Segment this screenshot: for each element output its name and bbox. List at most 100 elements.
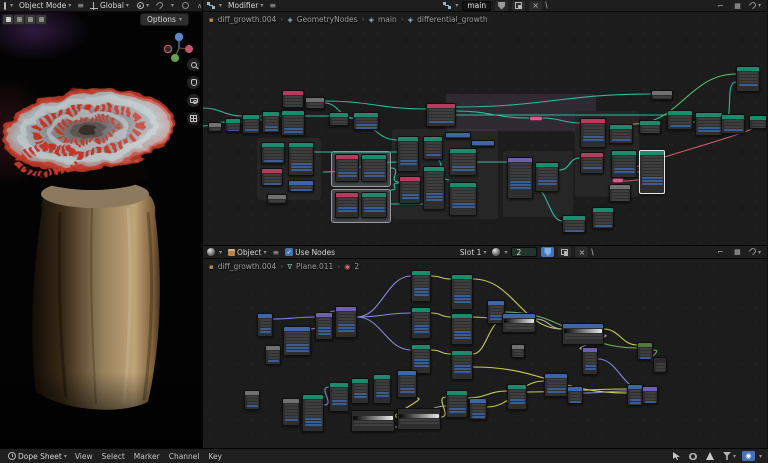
graph-node[interactable]	[667, 110, 693, 130]
pivot-dropdown[interactable]: ▾	[135, 2, 151, 9]
graph-node[interactable]	[281, 110, 305, 136]
graph-node[interactable]	[257, 313, 273, 337]
dope-menu-select[interactable]: Select	[102, 452, 125, 461]
orientation-dropdown[interactable]: Global ▾	[88, 1, 131, 10]
color-ramp-strip[interactable]	[399, 413, 439, 418]
graph-node[interactable]	[335, 192, 359, 218]
graph-node[interactable]	[749, 115, 767, 129]
graph-node[interactable]	[471, 140, 495, 147]
material-fake-user-button[interactable]	[541, 247, 555, 257]
pan-tool-button[interactable]	[187, 76, 200, 89]
graph-node[interactable]	[544, 373, 568, 397]
graph-node[interactable]	[423, 166, 445, 210]
graph-node[interactable]	[639, 150, 665, 194]
graph-node[interactable]	[580, 152, 604, 174]
use-nodes-checkbox[interactable]: ✓ Use Nodes	[283, 248, 337, 257]
color-ramp-strip[interactable]	[353, 415, 393, 420]
graph-node[interactable]	[288, 142, 314, 176]
graph-node[interactable]	[449, 182, 477, 216]
graph-node[interactable]	[282, 398, 300, 426]
proportional-toggle[interactable]	[180, 2, 191, 9]
geo-menus-collapsed-icon[interactable]: ≡	[269, 1, 276, 10]
graph-node[interactable]	[411, 270, 431, 302]
color-ramp-strip[interactable]	[564, 328, 602, 333]
graph-node[interactable]	[451, 274, 473, 310]
graph-node[interactable]	[511, 344, 525, 358]
graph-node[interactable]	[335, 306, 357, 338]
graph-node[interactable]	[353, 112, 379, 130]
breadcrumb-item[interactable]: differential_growth	[417, 15, 487, 24]
shader-snap-dropdown[interactable]: ▾	[748, 246, 763, 256]
geo-overlay-button[interactable]: ▦	[731, 1, 744, 11]
tool-select-box[interactable]	[3, 15, 13, 24]
editor-type-icon[interactable]	[4, 1, 6, 10]
menus-collapsed-icon[interactable]: ≡	[77, 1, 84, 10]
graph-node[interactable]	[244, 390, 260, 410]
gizmo-z-axis[interactable]	[174, 32, 184, 42]
slot-dropdown[interactable]: Slot 1 ▾	[458, 248, 489, 257]
graph-node[interactable]	[397, 136, 419, 172]
graph-node[interactable]	[592, 207, 614, 229]
falloff-dropdown[interactable]: ∧	[195, 2, 202, 10]
graph-node[interactable]	[609, 184, 631, 202]
snap-target-dropdown[interactable]: ▾	[169, 2, 176, 9]
node-tree-name-field[interactable]: main	[462, 0, 492, 11]
graph-node[interactable]	[261, 142, 285, 164]
graph-node[interactable]	[449, 148, 477, 176]
node-label-pill[interactable]	[529, 116, 543, 121]
viewport-3d[interactable]: ▾ Object Mode ▾ ≡ Global ▾ ▾ ▾ ∧ Options…	[0, 0, 203, 448]
graph-node[interactable]	[642, 386, 658, 404]
material-browse-icon[interactable]	[492, 248, 501, 256]
shader-pin-button[interactable]: ⌐	[714, 247, 727, 257]
graph-node[interactable]	[653, 357, 667, 373]
dope-menu-marker[interactable]: Marker	[134, 452, 160, 461]
node-label-pill[interactable]	[612, 178, 624, 183]
graph-node[interactable]	[451, 350, 473, 380]
graph-node[interactable]	[535, 162, 559, 192]
dope-proportional-button[interactable]: ◉	[741, 451, 755, 461]
graph-node[interactable]	[426, 103, 456, 127]
graph-node[interactable]	[469, 398, 487, 420]
fake-user-button[interactable]	[495, 0, 509, 11]
breadcrumb-item[interactable]: diff_growth.004	[218, 15, 277, 24]
geometry-nodes-canvas[interactable]: ▪ diff_growth.004 › ◈ GeometryNodes › ◈ main › ◈ d…	[203, 12, 767, 245]
graph-node[interactable]	[609, 124, 633, 144]
dope-editor-dropdown[interactable]: Dope Sheet ▾	[6, 452, 69, 461]
tool-select-lasso[interactable]	[14, 15, 24, 24]
graph-node[interactable]	[225, 118, 241, 132]
color-ramp-strip[interactable]	[504, 318, 534, 323]
shader-editor-canvas[interactable]: ▪ diff_growth.004 › ∇ Plane.011 › ◉ 2	[203, 259, 767, 448]
graph-node[interactable]	[446, 390, 468, 418]
tool-cursor[interactable]	[25, 15, 35, 24]
graph-node[interactable]	[351, 378, 369, 404]
dope-cursor-button[interactable]	[670, 451, 683, 461]
shader-editor-icon[interactable]	[207, 248, 215, 256]
copy-node-tree-button[interactable]	[512, 0, 526, 11]
graph-node[interactable]	[445, 132, 471, 139]
link-icon[interactable]: ⁄⁄	[589, 249, 596, 256]
graph-node[interactable]	[397, 408, 441, 430]
dope-filter-dropdown[interactable]: ▾	[721, 452, 738, 460]
tool-move[interactable]	[36, 15, 46, 24]
gizmo-x-axis[interactable]	[185, 45, 193, 53]
graph-node[interactable]	[411, 307, 431, 339]
viewport-canvas[interactable]: Options ▾	[0, 12, 203, 448]
graph-node[interactable]	[282, 90, 304, 108]
gizmo-x-neg-axis[interactable]	[163, 44, 173, 54]
graph-node[interactable]	[399, 176, 421, 204]
graph-node[interactable]	[267, 194, 287, 204]
graph-node[interactable]	[329, 382, 349, 412]
zoom-tool-button[interactable]	[187, 58, 200, 71]
node-tree-browse-icon[interactable]	[443, 2, 452, 9]
graph-node[interactable]	[361, 154, 387, 182]
geo-parent-nav-button[interactable]: ⌐	[714, 1, 727, 11]
graph-node[interactable]	[373, 374, 391, 404]
graph-node[interactable]	[283, 326, 311, 356]
unlink-material-button[interactable]: ×	[575, 247, 589, 257]
graph-node[interactable]	[305, 97, 325, 109]
graph-node[interactable]	[451, 313, 473, 345]
breadcrumb-item[interactable]: Plane.011	[296, 262, 333, 271]
graph-node[interactable]	[329, 112, 349, 126]
graph-node[interactable]	[315, 312, 333, 340]
graph-node[interactable]	[302, 394, 324, 432]
